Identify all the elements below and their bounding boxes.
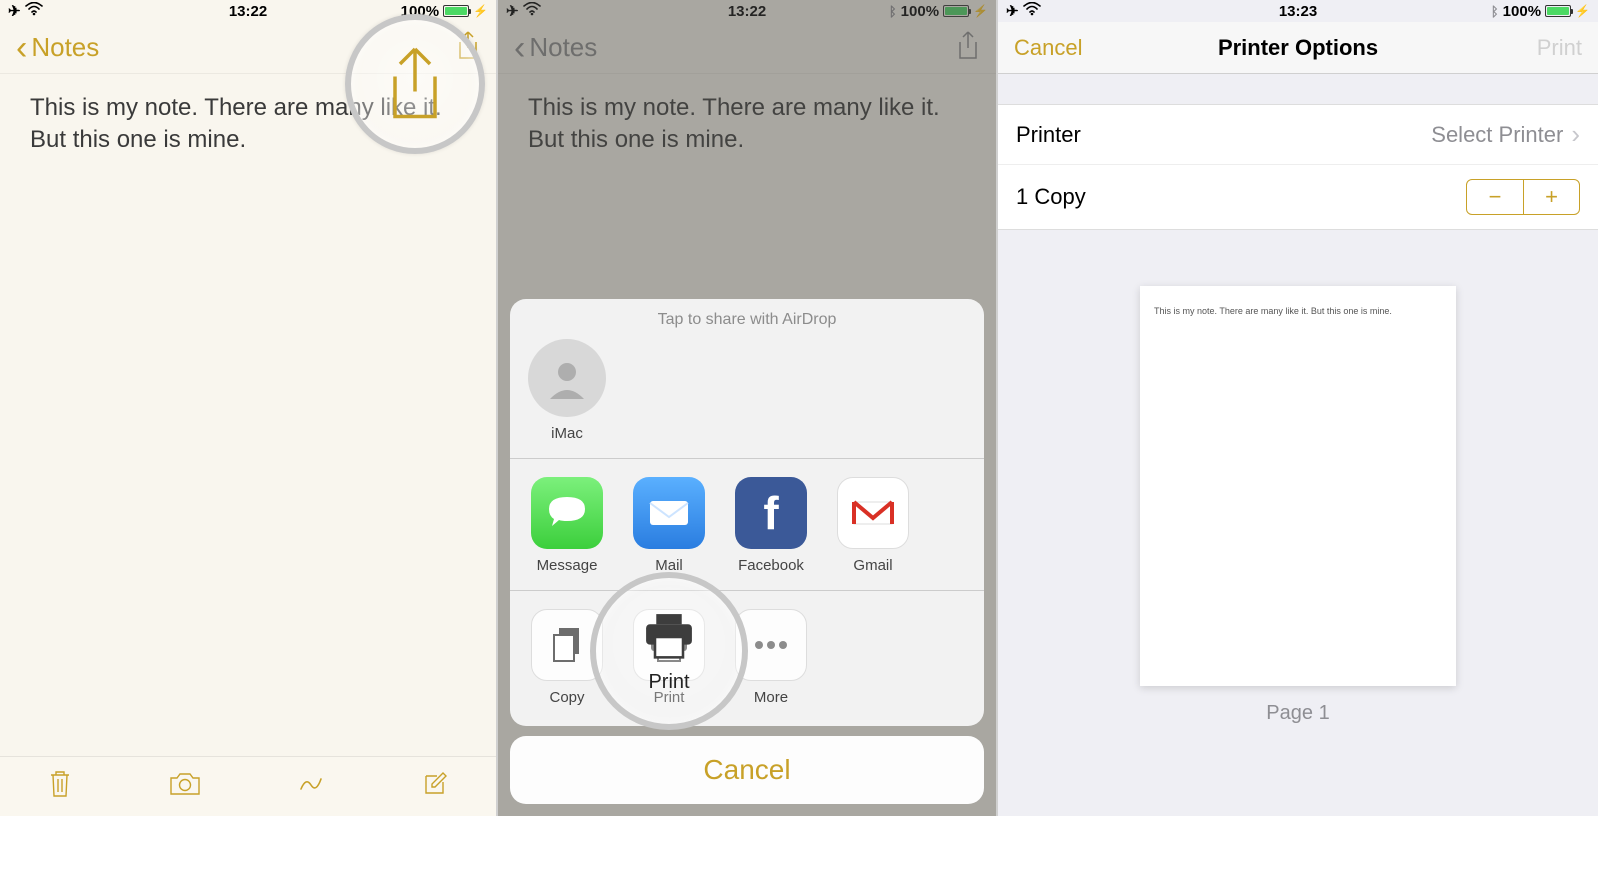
mail-icon xyxy=(633,477,705,549)
facebook-icon: f xyxy=(735,477,807,549)
preview-text: This is my note. There are many like it.… xyxy=(1154,306,1392,316)
status-bar: ✈ 13:23 ᛒ 100% ⚡ xyxy=(998,0,1598,22)
page-label: Page 1 xyxy=(1266,702,1329,725)
share-app-facebook[interactable]: f Facebook xyxy=(732,477,810,574)
page-preview[interactable]: This is my note. There are many like it.… xyxy=(1140,286,1456,686)
battery-percent: 100% xyxy=(1503,3,1541,20)
nav-bar: ‹ Notes xyxy=(0,22,496,74)
status-time: 13:22 xyxy=(229,3,267,20)
chevron-right-icon: › xyxy=(1571,119,1580,150)
camera-icon[interactable] xyxy=(168,771,202,802)
print-icon xyxy=(633,609,705,681)
bluetooth-icon: ᛒ xyxy=(1491,4,1499,19)
action-print[interactable]: Print xyxy=(630,609,708,706)
sketch-icon[interactable] xyxy=(296,769,326,804)
action-more[interactable]: More xyxy=(732,609,810,706)
nav-bar: Cancel Printer Options Print xyxy=(998,22,1598,74)
action-copy[interactable]: Copy xyxy=(528,609,606,706)
compose-icon[interactable] xyxy=(421,770,449,803)
battery-icon xyxy=(1545,5,1571,17)
airplane-icon: ✈ xyxy=(1006,2,1019,20)
airplane-icon: ✈ xyxy=(8,2,21,20)
share-app-label: Mail xyxy=(655,557,683,574)
back-button[interactable]: ‹ Notes xyxy=(16,32,99,63)
row-copies: 1 Copy − + xyxy=(998,164,1598,229)
share-app-label: Message xyxy=(537,557,598,574)
action-label: More xyxy=(754,689,788,706)
share-sheet: Tap to share with AirDrop iMac Message xyxy=(510,299,984,804)
battery-percent: 100% xyxy=(401,3,439,20)
airdrop-hint: Tap to share with AirDrop xyxy=(510,299,984,333)
cancel-button[interactable]: Cancel xyxy=(1014,35,1082,61)
share-app-label: Gmail xyxy=(853,557,892,574)
screenshot-1-notes: ✈ 13:22 100% ⚡ ‹ Notes This is my note. … xyxy=(0,0,498,816)
row-label: 1 Copy xyxy=(1016,184,1086,210)
avatar-icon xyxy=(528,339,606,417)
share-apps-row: Message Mail f Facebook Gmail xyxy=(510,459,984,590)
screenshot-3-printer-options: ✈ 13:23 ᛒ 100% ⚡ Cancel Printer Options … xyxy=(998,0,1598,816)
share-app-mail[interactable]: Mail xyxy=(630,477,708,574)
status-time: 13:23 xyxy=(1279,3,1317,20)
stepper-plus[interactable]: + xyxy=(1523,180,1579,214)
page-title: Printer Options xyxy=(1218,35,1378,61)
print-button-disabled: Print xyxy=(1537,35,1582,61)
bottom-toolbar xyxy=(0,756,496,816)
wifi-icon xyxy=(25,2,43,20)
wifi-icon xyxy=(1023,2,1041,20)
action-label: Print xyxy=(654,689,685,706)
trash-icon[interactable] xyxy=(47,769,73,804)
charging-icon: ⚡ xyxy=(1575,4,1590,18)
share-app-label: Facebook xyxy=(738,557,804,574)
stepper-minus[interactable]: − xyxy=(1467,180,1523,214)
status-bar: ✈ 13:22 100% ⚡ xyxy=(0,0,496,22)
share-cancel-button[interactable]: Cancel xyxy=(510,736,984,804)
more-icon xyxy=(735,609,807,681)
row-select-printer[interactable]: Printer Select Printer › xyxy=(998,105,1598,164)
copy-icon xyxy=(531,609,603,681)
share-button[interactable] xyxy=(456,30,480,65)
gmail-icon xyxy=(837,477,909,549)
message-icon xyxy=(531,477,603,549)
share-actions-row: Copy Print More xyxy=(510,591,984,726)
print-preview: This is my note. There are many like it.… xyxy=(998,230,1598,745)
row-value: Select Printer xyxy=(1431,122,1563,148)
charging-icon: ⚡ xyxy=(473,4,488,18)
action-label: Copy xyxy=(549,689,584,706)
airdrop-target[interactable]: iMac xyxy=(528,339,606,442)
note-text[interactable]: This is my note. There are many like it.… xyxy=(0,74,496,175)
copies-stepper: − + xyxy=(1466,179,1580,215)
battery-icon xyxy=(443,5,469,17)
printer-settings-table: Printer Select Printer › 1 Copy − + xyxy=(998,104,1598,230)
share-app-gmail[interactable]: Gmail xyxy=(834,477,912,574)
back-label: Notes xyxy=(31,32,99,63)
airdrop-target-label: iMac xyxy=(551,425,583,442)
share-sheet-card: Tap to share with AirDrop iMac Message xyxy=(510,299,984,726)
row-label: Printer xyxy=(1016,122,1081,148)
share-app-message[interactable]: Message xyxy=(528,477,606,574)
screenshot-2-share-sheet: ✈ 13:22 ᛒ 100% ⚡ ‹ Notes This is my note… xyxy=(498,0,998,816)
